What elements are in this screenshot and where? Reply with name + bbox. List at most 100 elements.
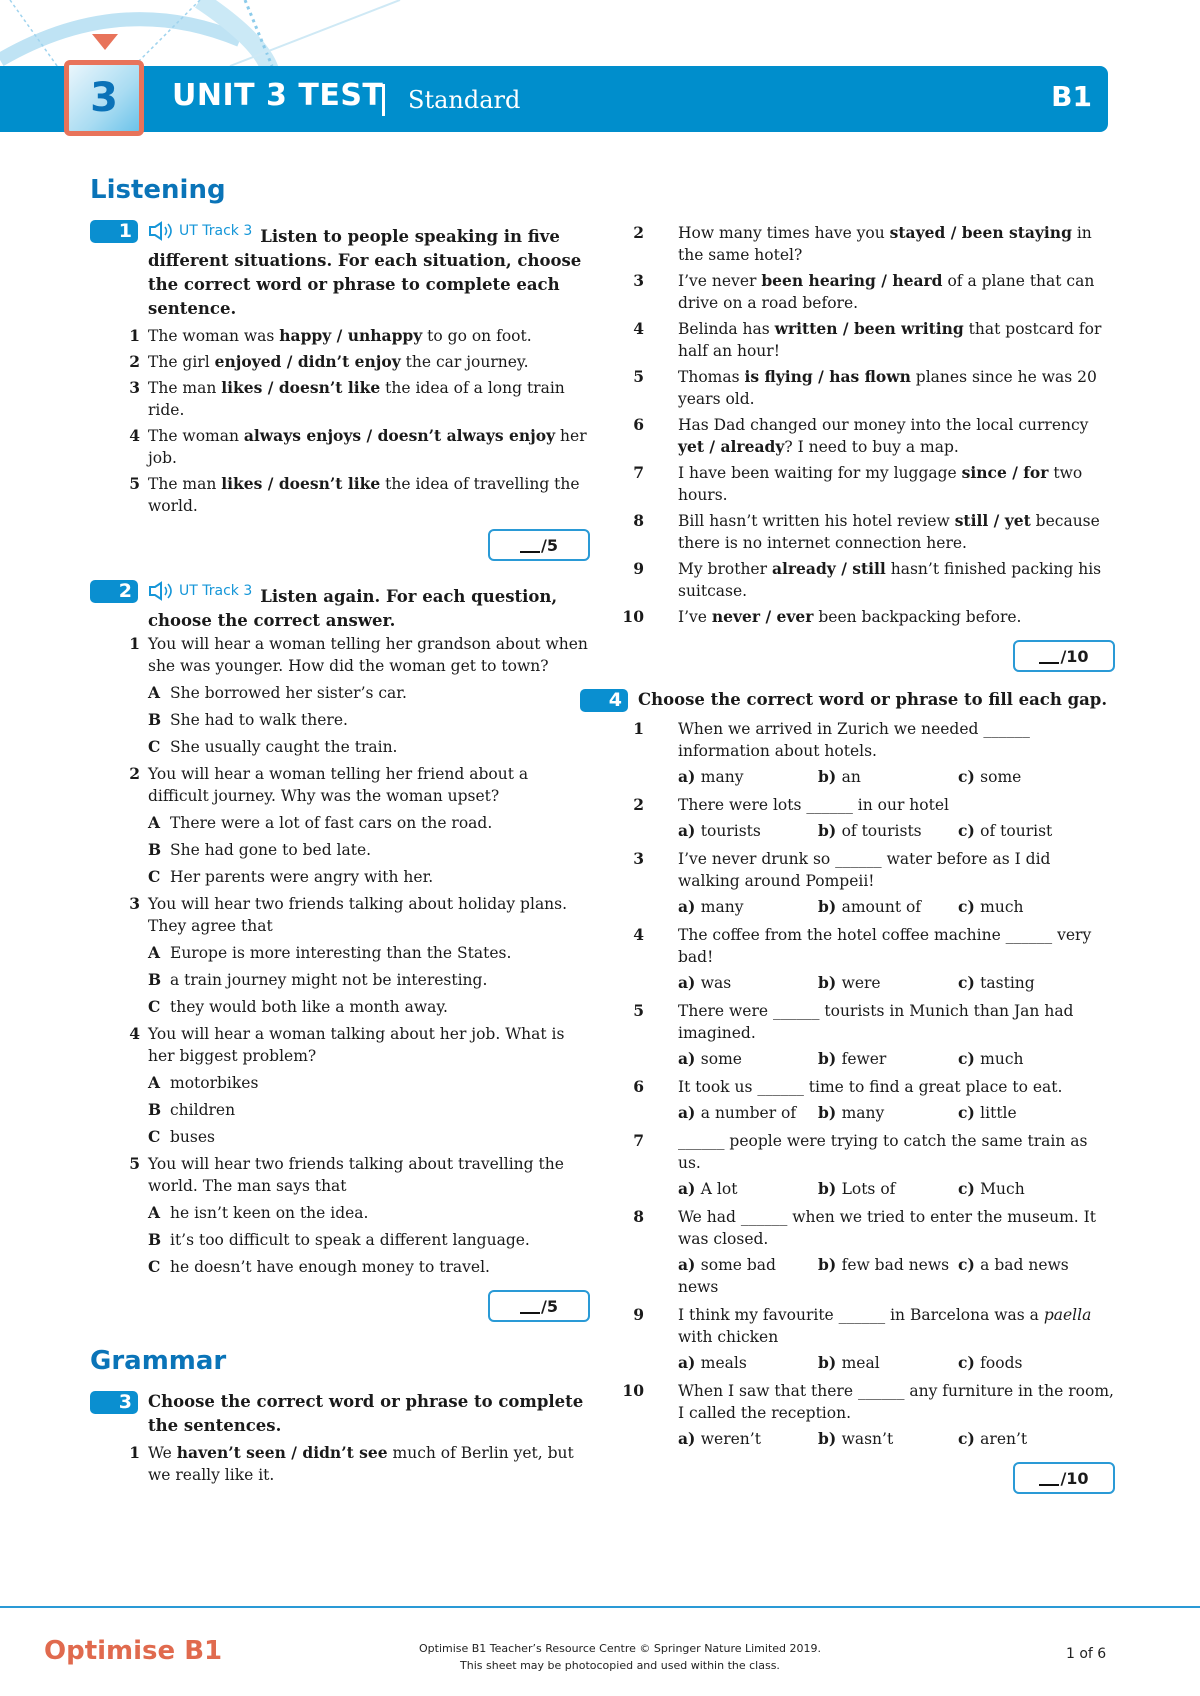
answer-option[interactable]: B She had gone to bed late. — [90, 839, 590, 861]
answer-option[interactable]: Amotorbikes — [90, 1072, 590, 1094]
answer-choice-text[interactable]: likes / doesn’t like — [221, 378, 380, 397]
answer-option[interactable]: A She borrowed her sister’s car. — [90, 682, 590, 704]
question-item: 10 I’ve never / ever been backpacking bef… — [620, 606, 1115, 628]
answer-option[interactable]: Bit’s too difficult to speak a different… — [90, 1229, 590, 1251]
answer-choice-text[interactable]: been hearing / heard — [761, 271, 942, 290]
choice-text: amount of — [841, 898, 922, 916]
option-text: buses — [170, 1128, 215, 1146]
question-item: 5 There were ______ tourists in Munich th… — [620, 1000, 1115, 1044]
answer-choice-text[interactable]: happy / unhappy — [279, 326, 422, 345]
answer-choice-text[interactable]: never / ever — [712, 607, 814, 626]
option-text: Her parents were angry with her. — [170, 868, 434, 886]
choice-option[interactable]: c) of tourist — [958, 820, 1098, 842]
answer-option[interactable]: B She had to walk there. — [90, 709, 590, 731]
choice-letter: c) — [958, 1103, 981, 1122]
choice-option[interactable]: b) of tourists — [818, 820, 958, 842]
score-blank[interactable] — [1039, 648, 1060, 664]
audio-track-label: UT Track 3 — [179, 223, 253, 239]
choice-option[interactable]: b) wasn’t — [818, 1428, 958, 1450]
choice-option[interactable]: b) many — [818, 1102, 958, 1124]
footer-divider — [0, 1606, 1200, 1608]
choice-option[interactable]: c) some — [958, 766, 1098, 788]
answer-option[interactable]: A There were a lot of fast cars on the ro… — [90, 812, 590, 834]
choice-option[interactable]: b) an — [818, 766, 958, 788]
choice-letter: a) — [678, 1049, 701, 1068]
choice-option[interactable]: c) aren’t — [958, 1428, 1098, 1450]
choice-option[interactable]: b) were — [818, 972, 958, 994]
choice-option[interactable]: c) much — [958, 1048, 1098, 1070]
choice-option[interactable]: a) a number of — [678, 1102, 818, 1124]
answer-option[interactable]: Ahe isn’t keen on the idea. — [90, 1202, 590, 1224]
answer-choice-text[interactable]: already / still — [772, 559, 886, 578]
answer-choice-text[interactable]: enjoyed / didn’t enjoy — [215, 352, 401, 371]
score-box[interactable]: /10 — [1013, 1462, 1115, 1494]
option-letter: B — [148, 970, 162, 989]
answer-choice-text[interactable]: always enjoys / doesn’t always enjoy — [244, 426, 555, 445]
choice-option[interactable]: a) A lot — [678, 1178, 818, 1200]
choice-option[interactable]: c) much — [958, 896, 1098, 918]
choice-option[interactable]: a) weren’t — [678, 1428, 818, 1450]
choice-option[interactable]: a) some — [678, 1048, 818, 1070]
audio-track[interactable]: UT Track 3 — [148, 579, 252, 603]
question-number: 10 — [622, 1381, 644, 1400]
choice-text: some — [700, 1050, 742, 1068]
choice-option[interactable]: b) amount of — [818, 896, 958, 918]
question-number: 2 — [129, 352, 140, 371]
answer-option[interactable]: A Europe is more interesting than the Sta… — [90, 942, 590, 964]
answer-choice-text[interactable]: stayed / been staying — [890, 223, 1072, 242]
choice-option[interactable]: b) Lots of — [818, 1178, 958, 1200]
choice-option[interactable]: c) little — [958, 1102, 1098, 1124]
score-box[interactable]: /5 — [488, 1290, 590, 1322]
choice-row: a) some bad news b) few bad news c) a bad … — [620, 1254, 1115, 1298]
choice-option[interactable]: a) many — [678, 766, 818, 788]
answer-option[interactable]: C Her parents were angry with her. — [90, 866, 590, 888]
choice-option[interactable]: b) fewer — [818, 1048, 958, 1070]
score-box[interactable]: /10 — [1013, 640, 1115, 672]
left-column: Listening 1 UT Track 3 Listen to people … — [90, 175, 590, 1492]
question-item: 4 The woman always enjoys / doesn’t alway… — [90, 425, 590, 469]
answer-option[interactable]: Cbuses — [90, 1126, 590, 1148]
score-box[interactable]: /5 — [488, 529, 590, 561]
score-blank[interactable] — [1039, 1470, 1060, 1486]
answer-choice-text[interactable]: written / been writing — [775, 319, 964, 338]
score-blank[interactable] — [520, 537, 540, 553]
option-letter: C — [148, 1257, 161, 1276]
choice-option[interactable]: a) meals — [678, 1352, 818, 1374]
answer-choice-text[interactable]: yet / already — [678, 437, 784, 456]
answer-option[interactable]: C She usually caught the train. — [90, 736, 590, 758]
option-text: he doesn’t have enough money to travel. — [170, 1258, 490, 1276]
choice-option[interactable]: b) meal — [818, 1352, 958, 1374]
question-item: 10 When I saw that there ______ any furni… — [620, 1380, 1115, 1424]
choice-option[interactable]: c) Much — [958, 1178, 1098, 1200]
answer-choice-text[interactable]: haven’t seen / didn’t see — [177, 1443, 388, 1462]
speaker-icon — [149, 581, 172, 601]
choice-text: Much — [980, 1180, 1025, 1198]
choice-option[interactable]: a) some bad news — [678, 1254, 818, 1298]
answer-choice-text[interactable]: still / yet — [955, 511, 1031, 530]
answer-choice-text[interactable]: is flying / has flown — [744, 367, 910, 386]
sentence-text: ______ people were trying to catch the s… — [678, 1132, 1088, 1172]
choice-option[interactable]: a) many — [678, 896, 818, 918]
question-number: 4 — [129, 426, 140, 445]
choice-option[interactable]: b) few bad news — [818, 1254, 958, 1298]
choice-option[interactable]: c) tasting — [958, 972, 1098, 994]
question-number: 7 — [633, 1131, 644, 1150]
question-item: 4 The coffee from the hotel coffee machin… — [620, 924, 1115, 968]
answer-option[interactable]: Bchildren — [90, 1099, 590, 1121]
audio-track[interactable]: UT Track 3 — [148, 219, 252, 243]
choice-letter: a) — [678, 1353, 701, 1372]
choice-option[interactable]: c) foods — [958, 1352, 1098, 1374]
answer-choice-text[interactable]: since / for — [962, 463, 1049, 482]
sentence-text: Belinda has — [678, 320, 775, 338]
answer-choice-text[interactable]: likes / doesn’t like — [221, 474, 380, 493]
choice-option[interactable]: a) was — [678, 972, 818, 994]
choice-option[interactable]: c) a bad news — [958, 1254, 1098, 1298]
answer-option[interactable]: Ba train journey might not be interestin… — [90, 969, 590, 991]
answer-option[interactable]: Che doesn’t have enough money to travel. — [90, 1256, 590, 1278]
sentence-text: The coffee from the hotel coffee machine… — [678, 926, 1092, 966]
answer-option[interactable]: Cthey would both like a month away. — [90, 996, 590, 1018]
question-item: 3 The man likes / doesn’t like the idea o… — [90, 377, 590, 421]
score-blank[interactable] — [520, 1298, 540, 1314]
choice-option[interactable]: a) tourists — [678, 820, 818, 842]
question-item: 5 You will hear two friends talking about… — [90, 1153, 590, 1197]
